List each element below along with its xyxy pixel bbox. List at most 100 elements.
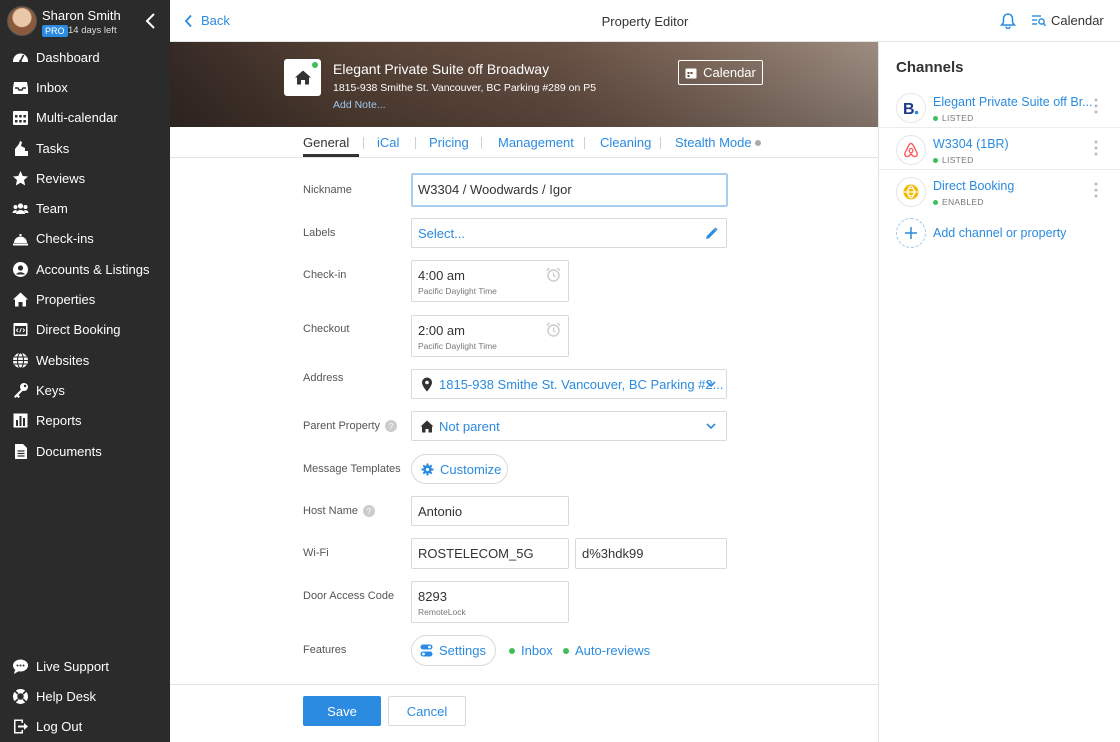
page-title: Property Editor — [601, 14, 689, 29]
editor-tabs: General iCal Pricing Management Cleaning… — [170, 127, 878, 158]
nickname-input[interactable]: W3304 / Woodwards / Igor — [411, 173, 728, 207]
active-status-dot — [312, 62, 318, 68]
sidebar-item-team[interactable]: Team — [0, 193, 170, 223]
sidebar-item-label: Live Support — [36, 658, 109, 674]
channel-item[interactable]: B Elegant Private Suite off Br... LISTED — [879, 86, 1120, 128]
user-profile[interactable]: Sharon Smith PRO 14 days left — [0, 0, 170, 42]
parent-property-select[interactable]: Not parent — [411, 411, 727, 441]
wifi-password-input[interactable]: d%3hdk99 — [575, 538, 727, 569]
calendar-link-label: Calendar — [1051, 13, 1104, 28]
checkout-time-picker[interactable]: 2:00 am Pacific Daylight Time — [411, 315, 569, 357]
address-label: Address — [303, 372, 344, 384]
channel-item[interactable]: Direct Booking ENABLED — [879, 170, 1120, 212]
home-icon — [420, 420, 434, 433]
chevron-left-icon[interactable] — [144, 12, 158, 30]
sidebar-item-log-out[interactable]: Log Out — [0, 712, 170, 742]
help-icon[interactable]: ? — [363, 505, 376, 517]
tab-ical[interactable]: iCal — [377, 135, 399, 150]
nickname-label: Nickname — [303, 184, 352, 196]
sidebar-item-label: Accounts & Listings — [36, 261, 150, 277]
logout-icon — [14, 719, 28, 734]
sidebar-item-inbox[interactable]: Inbox — [0, 72, 170, 102]
sidebar-item-direct-booking[interactable]: Direct Booking — [0, 315, 170, 345]
message-templates-label: Message Templates — [303, 463, 401, 475]
save-button[interactable]: Save — [303, 696, 381, 726]
sidebar-item-tasks[interactable]: Tasks — [0, 133, 170, 163]
cancel-button[interactable]: Cancel — [388, 696, 466, 726]
chat-icon — [13, 659, 28, 674]
kebab-menu-icon[interactable] — [1094, 98, 1098, 114]
customize-button[interactable]: Customize — [411, 454, 508, 484]
airbnb-logo — [896, 135, 926, 165]
tab-divider — [363, 137, 364, 149]
home-icon — [13, 292, 28, 307]
calendar-grid-icon — [13, 111, 28, 126]
tab-divider — [584, 137, 585, 149]
booking-com-logo: B — [896, 93, 926, 123]
checkin-time: 4:00 am — [418, 268, 465, 283]
wifi-name-input[interactable]: ROSTELECOM_5G — [411, 538, 569, 569]
sidebar-item-documents[interactable]: Documents — [0, 436, 170, 466]
sidebar-item-label: Tasks — [36, 140, 70, 156]
kebab-menu-icon[interactable] — [1094, 182, 1098, 198]
property-header: Elegant Private Suite off Broadway 1815-… — [170, 42, 878, 127]
labels-select[interactable]: Select... — [411, 218, 727, 248]
help-icon[interactable]: ? — [385, 420, 398, 432]
booking-icon — [13, 323, 28, 337]
pencil-icon — [706, 227, 718, 239]
sidebar-item-websites[interactable]: Websites — [0, 345, 170, 375]
sidebar-item-accounts-listings[interactable]: Accounts & Listings — [0, 254, 170, 284]
sidebar-item-dashboard[interactable]: Dashboard — [0, 42, 170, 72]
tab-stealth-mode[interactable]: Stealth Mode — [675, 135, 752, 150]
bell-icon[interactable] — [1000, 12, 1016, 29]
sidebar-item-check-ins[interactable]: Check-ins — [0, 224, 170, 254]
auto-reviews-feature-link[interactable]: Auto-reviews — [563, 643, 650, 658]
add-note-link[interactable]: Add Note... — [333, 99, 386, 111]
property-title: Elegant Private Suite off Broadway — [333, 61, 550, 77]
tab-management[interactable]: Management — [498, 135, 574, 150]
document-icon — [15, 443, 27, 459]
add-channel-button[interactable]: Add channel or property — [896, 218, 1066, 248]
inbox-feature-link[interactable]: Inbox — [509, 643, 553, 658]
channel-item[interactable]: W3304 (1BR) LISTED — [879, 128, 1120, 170]
sidebar-item-label: Direct Booking — [36, 322, 121, 338]
address-select[interactable]: 1815-938 Smithe St. Vancouver, BC Parkin… — [411, 369, 727, 399]
footer-divider — [170, 684, 878, 685]
toggle-icon — [420, 644, 433, 657]
pro-badge: PRO — [42, 25, 68, 37]
sidebar-item-reviews[interactable]: Reviews — [0, 163, 170, 193]
calendar-button-label: Calendar — [703, 65, 756, 80]
tab-general[interactable]: General — [303, 135, 349, 150]
sidebar-item-multi-calendar[interactable]: Multi-calendar — [0, 103, 170, 133]
checkin-time-picker[interactable]: 4:00 am Pacific Daylight Time — [411, 260, 569, 302]
user-name: Sharon Smith — [42, 8, 121, 23]
add-channel-label: Add channel or property — [933, 226, 1067, 240]
tab-cleaning[interactable]: Cleaning — [600, 135, 651, 150]
bell-hop-icon — [13, 234, 28, 246]
channel-status: LISTED — [933, 155, 974, 165]
inbox-icon — [13, 81, 28, 94]
parent-property-label: Parent Property ? — [303, 420, 398, 432]
calendar-button[interactable]: Calendar — [678, 60, 763, 85]
door-access-code-input[interactable]: 8293 RemoteLock — [411, 581, 569, 623]
sidebar-item-live-support[interactable]: Live Support — [0, 651, 170, 681]
parent-property-value: Not parent — [439, 419, 500, 434]
sidebar-item-help-desk[interactable]: Help Desk — [0, 681, 170, 711]
sidebar-item-keys[interactable]: Keys — [0, 375, 170, 405]
kebab-menu-icon[interactable] — [1094, 140, 1098, 156]
globe-icon — [13, 352, 28, 369]
channel-status: LISTED — [933, 113, 974, 123]
dashboard-icon — [13, 53, 28, 62]
sidebar-item-reports[interactable]: Reports — [0, 406, 170, 436]
tasks-icon — [15, 140, 28, 156]
features-label: Features — [303, 644, 347, 656]
team-icon — [12, 203, 29, 215]
chevron-down-icon — [706, 423, 716, 430]
tab-pricing[interactable]: Pricing — [429, 135, 469, 150]
calendar-link[interactable]: Calendar — [1032, 13, 1104, 28]
settings-button[interactable]: Settings — [411, 635, 496, 666]
sidebar-item-properties[interactable]: Properties — [0, 284, 170, 314]
map-pin-icon — [422, 377, 432, 392]
host-name-input[interactable]: Antonio — [411, 496, 569, 526]
checkin-label: Check-in — [303, 269, 347, 281]
